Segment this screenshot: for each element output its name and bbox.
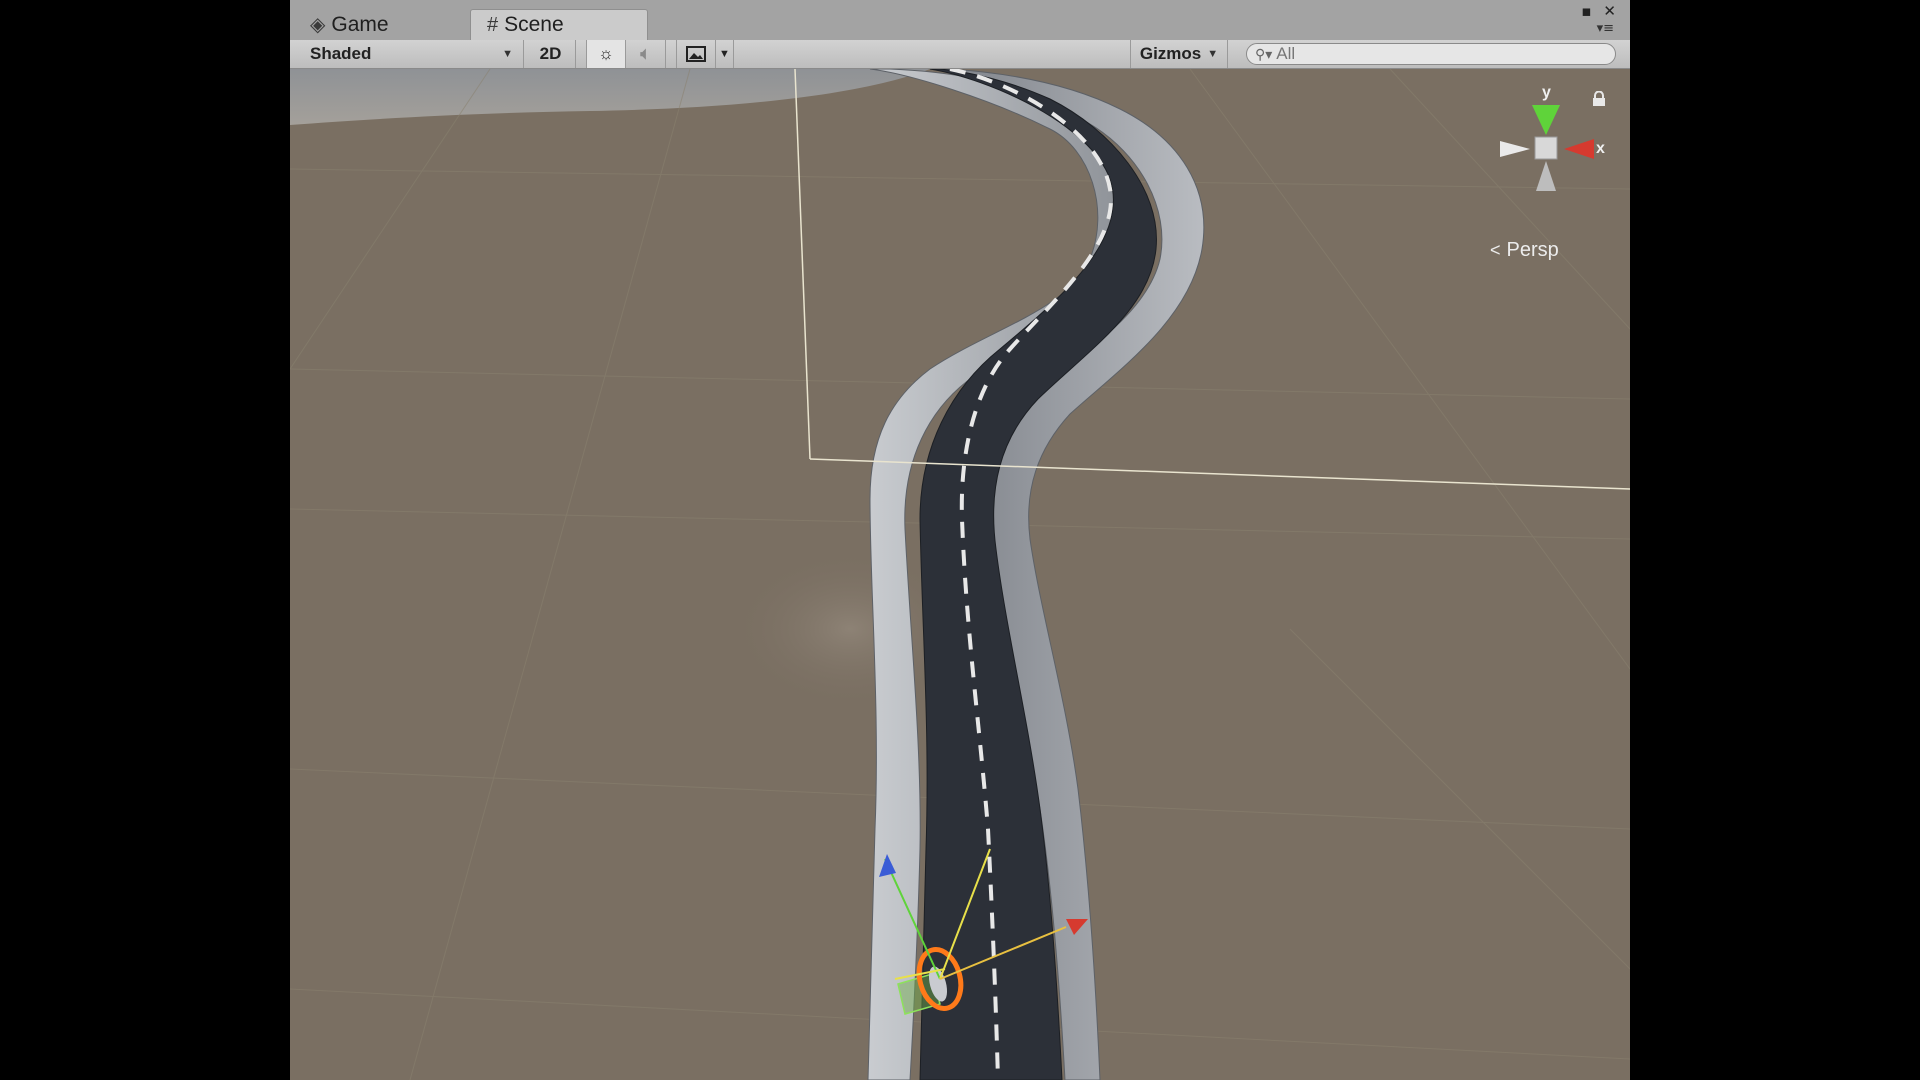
panel-menu-icon[interactable]: ▾≡ [1597,22,1614,35]
scene-toolbar: Shaded ▼ 2D ☼ 🔈︎ ▼ Gizmos ▼ ⚲▾ All [290,40,1630,69]
toggle-2d-label: 2D [539,44,562,63]
window-controls: ▪ ✕ [1581,2,1616,20]
world-axis-y-line [794,69,811,460]
shading-mode-dropdown[interactable]: Shaded ▼ [300,40,524,68]
tab-scene[interactable]: # Scene [470,9,648,40]
search-placeholder: All [1276,44,1296,63]
toggle-2d-button[interactable]: 2D [526,40,576,68]
gizmos-label: Gizmos [1139,44,1202,63]
chevron-down-icon: ▼ [502,48,513,60]
gizmo-y-cone[interactable] [1532,105,1560,135]
tab-bar: ◈ Game # Scene ▪ ✕ ▾≡ [290,0,1630,40]
tab-game-label: Game [331,12,389,36]
magnifier-icon: ⚲▾ [1255,45,1273,62]
shading-mode-value: Shaded [310,44,372,63]
gizmo-x-label: x [1596,140,1605,157]
gizmo-x-cone[interactable] [1564,139,1594,159]
game-controller-icon: ◈ [310,14,326,36]
gizmo-neg-y-cone[interactable] [1536,161,1556,191]
projection-toggle[interactable]: < Persp [1490,239,1559,262]
gizmo-neg-x-cone[interactable] [1500,141,1530,157]
scene-render [290,69,1630,1080]
speaker-icon: 🔈︎ [640,44,651,63]
projection-label: Persp [1506,239,1559,261]
tab-game[interactable]: ◈ Game [300,9,450,40]
scene-audio-toggle[interactable]: 🔈︎ [626,40,666,68]
scene-lighting-toggle[interactable]: ☼ [586,40,626,68]
sky-area [290,69,930,125]
grid-hash-icon: # [487,13,499,36]
orientation-gizmo[interactable]: y x [1470,85,1610,205]
close-icon[interactable]: ✕ [1603,2,1616,20]
lock-icon[interactable] [1592,91,1606,107]
tab-scene-label: Scene [504,13,564,36]
perspective-arrow-icon: < [1490,240,1501,260]
scene-window: ◈ Game # Scene ▪ ✕ ▾≡ Shaded ▼ 2D ☼ 🔈︎ ▼… [290,0,1630,1080]
scene-effects-toggle[interactable] [676,40,716,68]
scene-viewport[interactable]: y x < Persp [290,69,1630,1080]
gizmo-y-label: y [1542,85,1551,101]
gizmos-dropdown[interactable]: Gizmos ▼ [1130,40,1228,68]
sun-icon: ☼ [598,44,614,63]
chevron-down-icon: ▼ [1207,48,1219,60]
hierarchy-search-input[interactable]: ⚲▾ All [1246,43,1616,65]
effects-dropdown-arrow[interactable]: ▼ [716,40,734,68]
road-surface [919,69,1157,1080]
gizmo-center-cube[interactable] [1534,136,1558,160]
maximize-icon[interactable]: ▪ [1581,2,1591,20]
image-icon [686,46,706,62]
chevron-down-icon: ▼ [719,48,730,60]
